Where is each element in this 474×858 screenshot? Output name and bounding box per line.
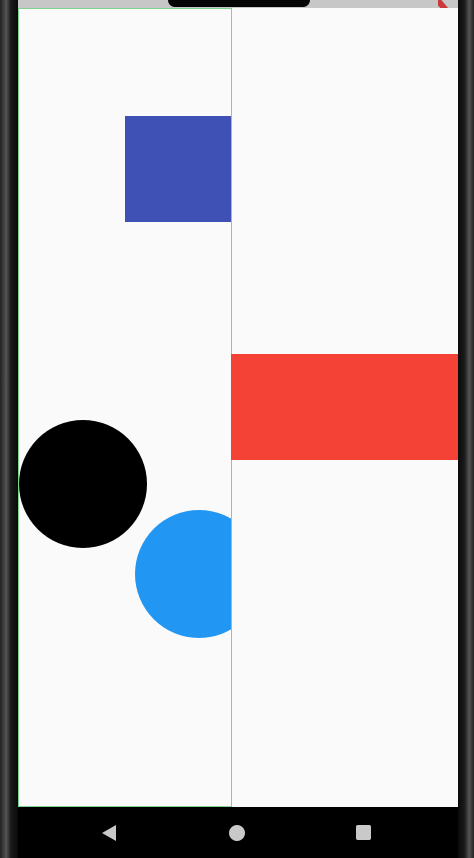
phone-frame-left [0,0,18,858]
black-circle-shape [19,420,147,548]
blue-circle-clip [135,510,231,638]
phone-frame-right [458,0,474,858]
app-screen [18,8,458,807]
blue-circle-shape [135,510,231,638]
recents-square-icon[interactable] [356,825,371,840]
camera-notch [168,0,310,7]
red-rectangle-box [231,354,458,460]
back-triangle-icon[interactable] [102,825,116,841]
system-navigation-bar [18,807,458,858]
blue-square-box [125,116,231,222]
home-circle-icon[interactable] [229,825,245,841]
phone-device [0,0,474,858]
